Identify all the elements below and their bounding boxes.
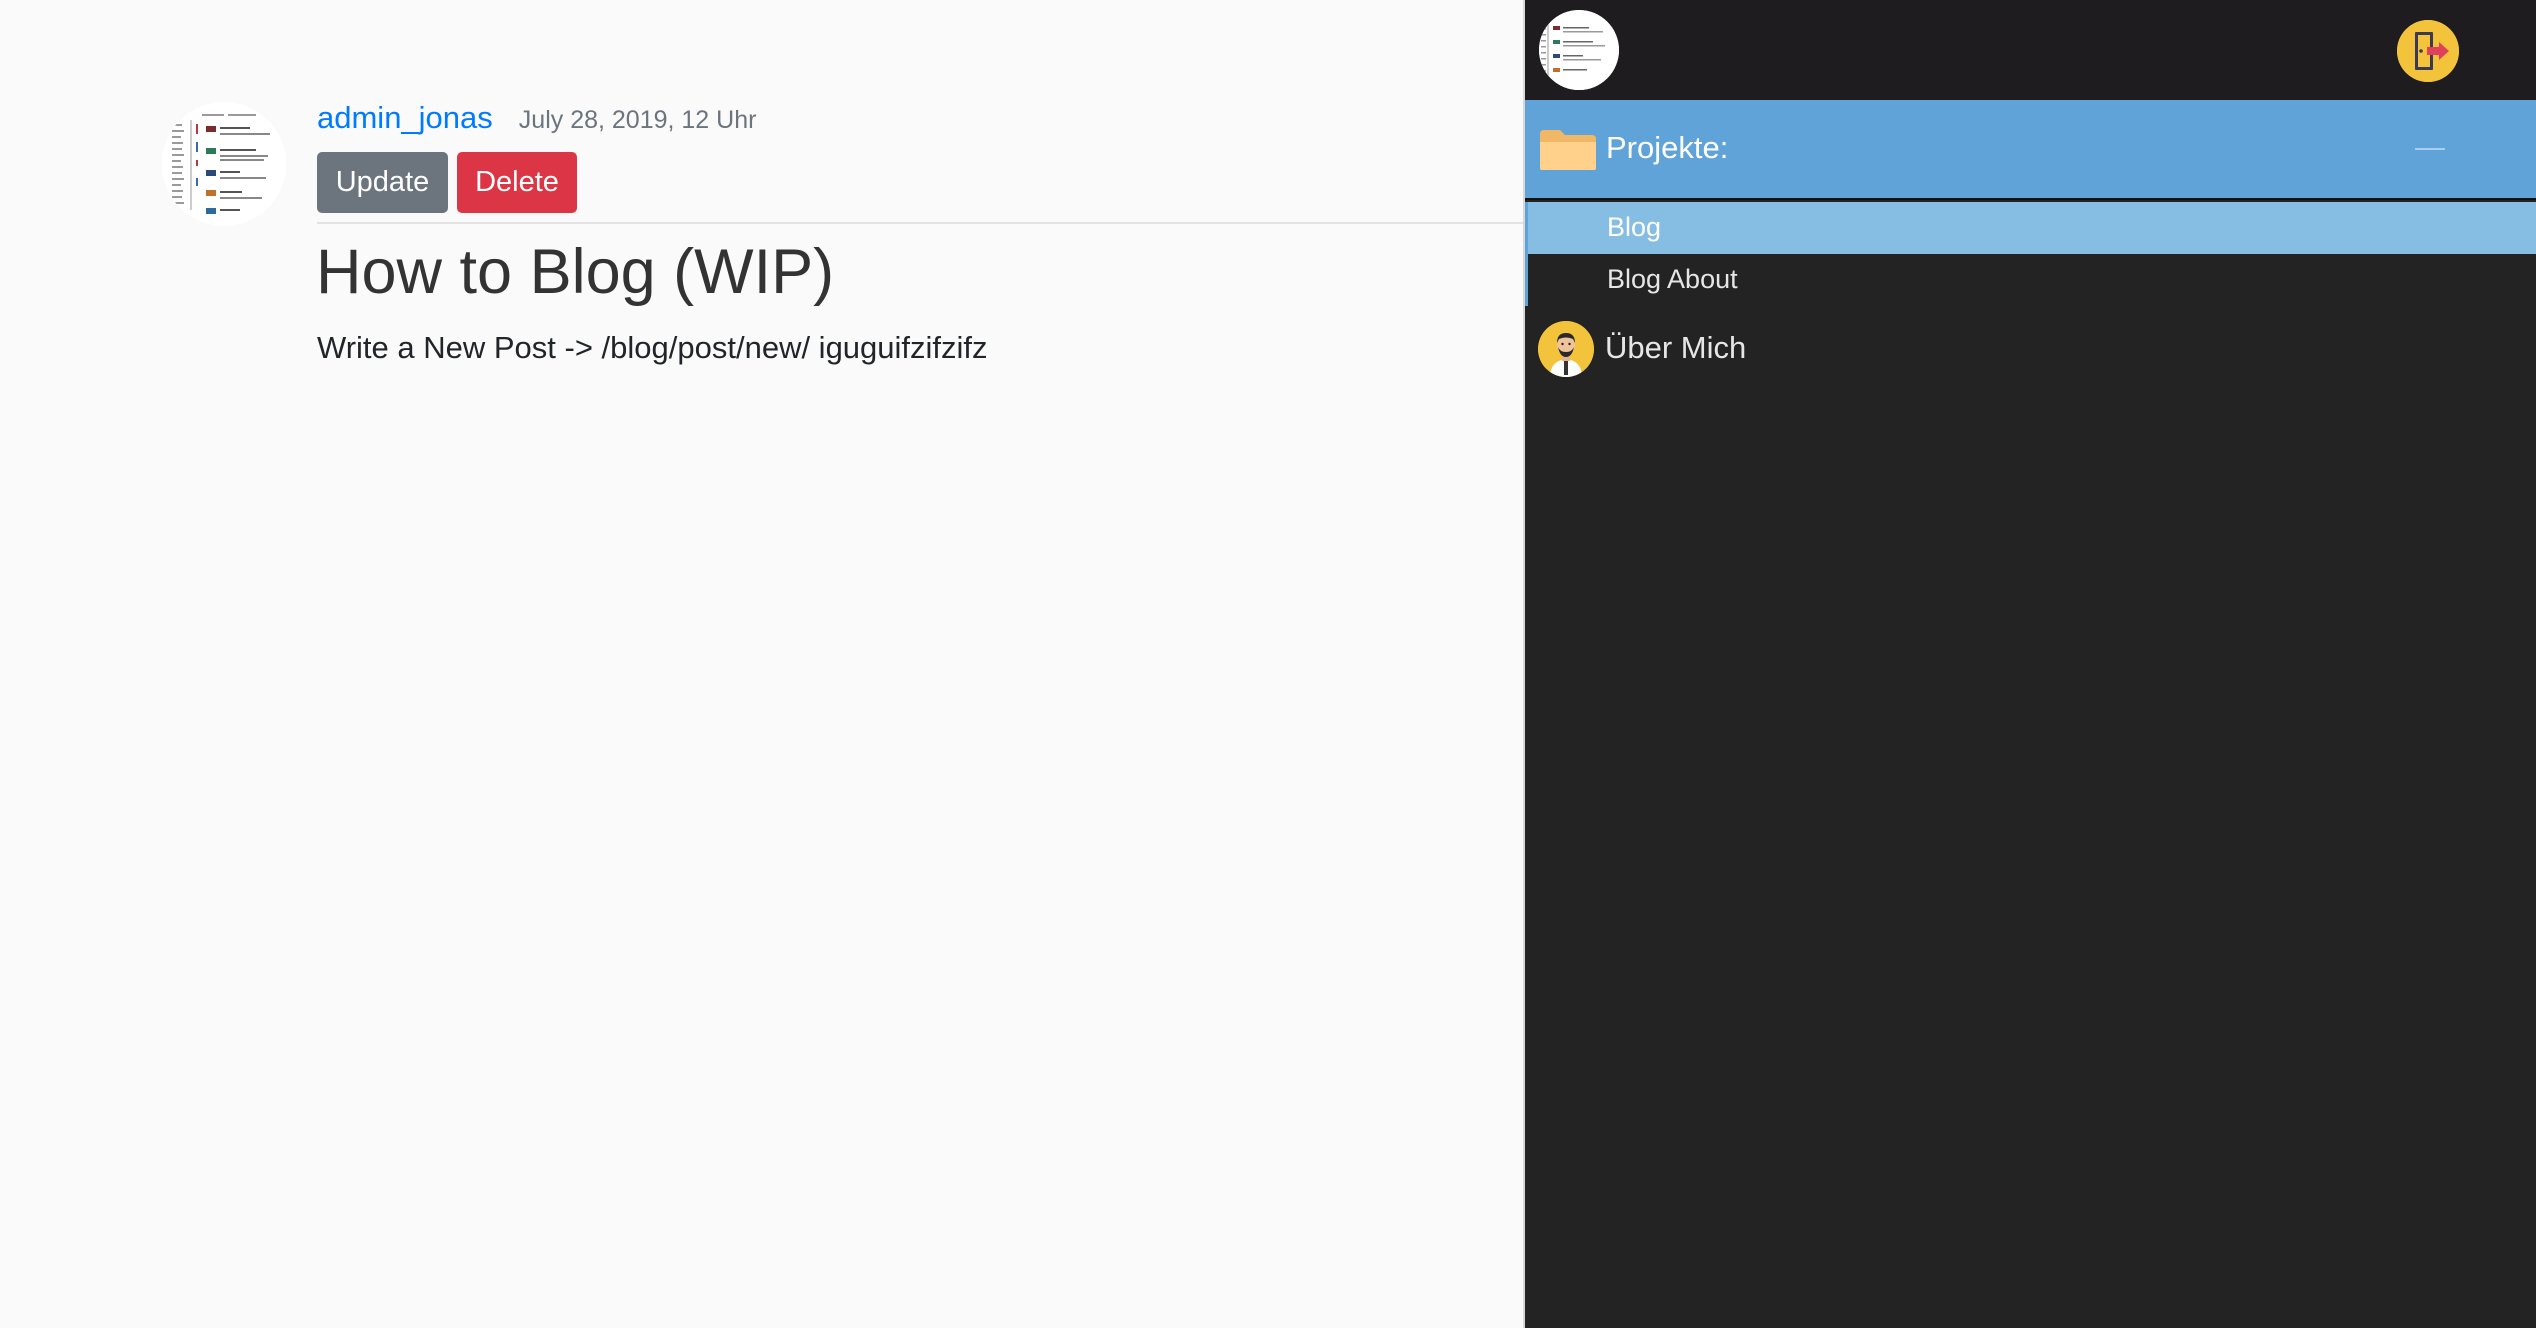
person-avatar-icon [1538, 321, 1594, 377]
sidebar-item-about-me[interactable]: Über Mich [1525, 316, 2536, 380]
post-title: How to Blog (WIP) [316, 237, 835, 307]
sidebar: Projekte: Blog Blog About Über Mich [1523, 0, 2536, 1328]
profile-image-icon[interactable] [1539, 10, 1619, 90]
projects-submenu: Blog Blog About [1525, 202, 2536, 306]
post-content: Write a New Post -> /blog/post/new/ igug… [317, 330, 988, 365]
author-link[interactable]: admin_jonas [317, 100, 493, 136]
author-avatar-image [162, 102, 286, 226]
projects-label: Projekte: [1606, 130, 1729, 165]
submenu-item-blog[interactable]: Blog [1528, 202, 2536, 254]
update-button[interactable]: Update [317, 152, 448, 213]
post-meta: admin_jonas July 28, 2019, 12 Uhr [317, 100, 756, 136]
post-divider [317, 222, 1523, 224]
folder-icon [1538, 128, 1598, 172]
projects-menu-header[interactable]: Projekte: [1525, 100, 2536, 200]
post-actions: Update Delete [317, 152, 577, 213]
delete-button[interactable]: Delete [457, 152, 577, 213]
sidebar-header [1525, 0, 2536, 100]
submenu-item-blog-about[interactable]: Blog About [1528, 254, 2536, 306]
collapse-minus-icon[interactable] [2415, 148, 2445, 150]
about-me-label: Über Mich [1605, 330, 1747, 365]
main-content: admin_jonas July 28, 2019, 12 Uhr Update… [0, 0, 1523, 1328]
logout-door-icon[interactable] [2397, 20, 2459, 82]
post-date: July 28, 2019, 12 Uhr [518, 106, 757, 134]
